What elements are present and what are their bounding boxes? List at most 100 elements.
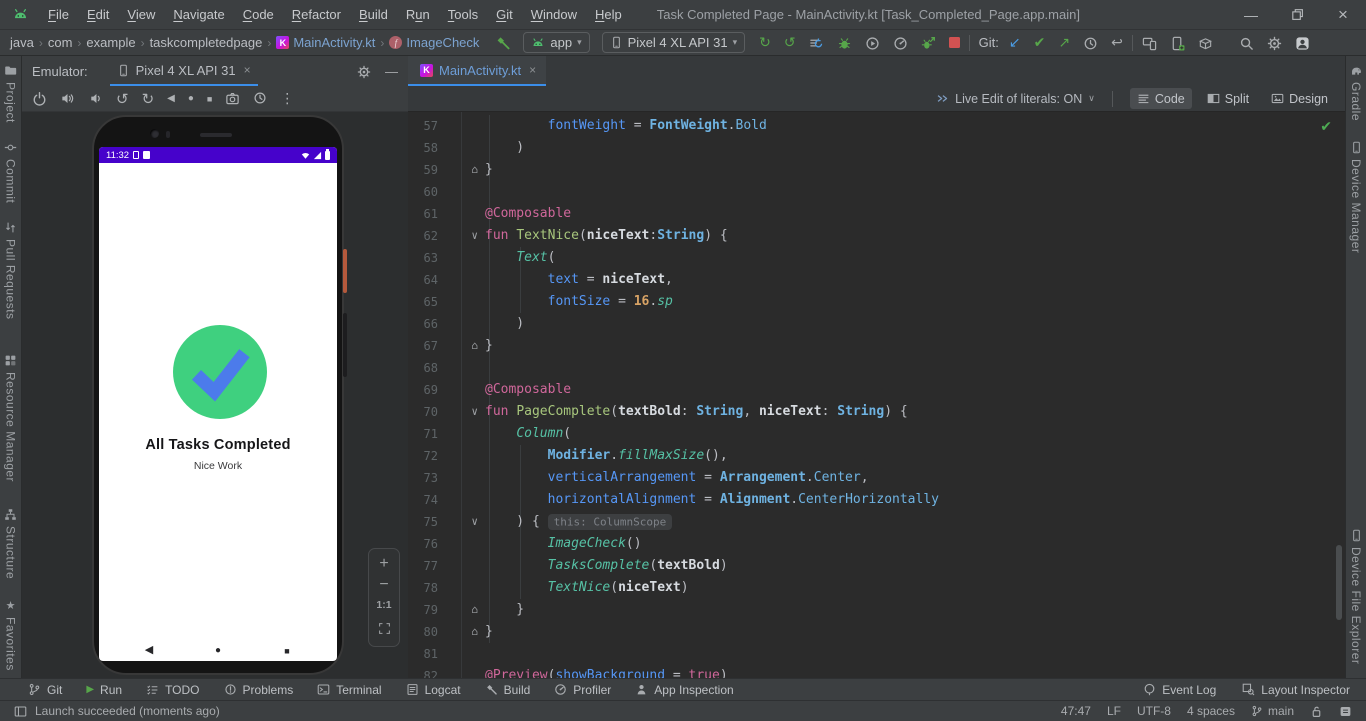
toolwindow-profiler[interactable]: Profiler [554,683,611,697]
sdk-manager-icon[interactable] [1198,34,1213,50]
run-configuration-select[interactable]: app ▾ [523,32,590,53]
profiler-icon[interactable] [893,34,908,50]
toolwindow-layout-inspector[interactable]: Layout Inspector [1242,683,1350,697]
debug-icon[interactable] [837,34,852,50]
fold-marker[interactable]: ∨ [438,401,485,423]
sidebar-item-favorites[interactable]: ★ Favorites [4,599,18,671]
tab-code[interactable]: Code [1129,88,1192,109]
tab-split[interactable]: Split [1200,88,1256,109]
fold-marker[interactable]: ⌂ [438,159,485,181]
screenshot-camera-icon[interactable] [225,90,240,108]
menu-navigate[interactable]: Navigate [164,7,233,22]
toolwindow-build[interactable]: Build [485,683,530,697]
fold-marker[interactable]: ∨ [438,511,485,533]
volume-up-icon[interactable] [60,90,75,108]
toolwindow-run[interactable]: ▶ Run [86,683,122,697]
toolwindow-terminal[interactable]: Terminal [317,683,382,697]
phone-screen[interactable]: 11:32 All Tasks Completed Nice Work ◀ ● … [99,147,337,661]
inspection-ok-check-icon[interactable]: ✔ [1320,118,1332,135]
rollback-icon[interactable]: ↩ [1111,34,1123,51]
unlocked-icon[interactable] [1310,705,1323,718]
menu-tools[interactable]: Tools [439,7,487,22]
apply-changes-restart-icon[interactable]: ↻ [759,34,771,51]
hide-panel-icon[interactable]: — [385,64,398,79]
menu-file[interactable]: File [39,7,78,22]
code-area[interactable]: 57 fontWeight = FontWeight.Bold 58 ) 59 ⌂} 6… [408,112,1345,678]
toolwindow-git[interactable]: Git [28,683,62,697]
profile-avatar[interactable] [1295,34,1310,50]
fit-to-window-icon[interactable] [378,620,391,638]
run-with-coverage-icon[interactable] [865,34,880,50]
sidebar-item-gradle[interactable]: Gradle [1349,64,1363,121]
breadcrumb-taskcompletedpage[interactable]: taskcompletedpage [150,35,263,50]
volume-down-icon[interactable] [88,90,103,108]
device-select[interactable]: Pixel 4 XL API 31 ▾ [601,32,746,53]
tool-windows-icon[interactable] [14,705,27,718]
home-icon[interactable]: ● [188,93,194,104]
menu-window[interactable]: Window [522,7,586,22]
back-icon[interactable]: ◀ [167,93,175,104]
git-push-icon[interactable]: ↗ [1058,34,1070,51]
toolwindow-event-log[interactable]: Event Log [1143,683,1216,697]
fold-marker[interactable]: ⌂ [438,599,485,621]
build-hammer-icon[interactable] [495,34,511,51]
sidebar-item-device-file-explorer[interactable]: Device File Explorer [1349,529,1363,664]
overview-icon[interactable]: ■ [207,94,212,104]
settings-gear-icon[interactable] [1267,34,1282,50]
snapshots-icon[interactable] [253,90,267,108]
zoom-in-icon[interactable]: + [379,556,388,572]
menu-edit[interactable]: Edit [78,7,118,22]
breadcrumb-java[interactable]: java [10,35,34,50]
tab-design[interactable]: Design [1264,88,1335,109]
emulator-settings-gear-icon[interactable] [357,63,371,79]
breadcrumb-com[interactable]: com [48,35,73,50]
sidebar-item-pull-requests[interactable]: Pull Requests [4,221,18,320]
minimize-icon[interactable]: — [1228,0,1274,30]
fold-marker[interactable]: ⌂ [438,621,485,643]
sidebar-item-commit[interactable]: Commit [4,141,18,203]
nav-overview-icon[interactable]: ■ [284,646,289,656]
toolwindow-todo[interactable]: TODO [146,683,200,697]
update-project-icon[interactable]: ↙ [1009,34,1021,51]
sidebar-item-device-manager[interactable]: Device Manager [1349,141,1363,253]
sidebar-item-structure[interactable]: Structure [4,508,18,579]
live-edit-status[interactable]: Live Edit of literals: ON ∨ [936,92,1095,106]
search-everywhere-icon[interactable] [1239,34,1254,50]
menu-run[interactable]: Run [397,7,439,22]
more-options-icon[interactable]: ⋮ [280,90,294,107]
fold-marker[interactable]: ⌂ [438,335,485,357]
menu-code[interactable]: Code [234,7,283,22]
rotate-left-icon[interactable]: ↺ [116,90,129,108]
stop-icon[interactable] [948,37,960,48]
caret-position[interactable]: 47:47 [1061,704,1091,718]
device-manager-icon[interactable] [1170,34,1185,50]
tab-mainactivity[interactable]: K MainActivity.kt × [408,56,547,86]
nav-home-icon[interactable]: ● [215,645,221,656]
line-ending-indicator[interactable]: LF [1107,704,1121,718]
toolwindow-logcat[interactable]: Logcat [406,683,461,697]
indent-indicator[interactable]: 4 spaces [1187,704,1235,718]
menu-refactor[interactable]: Refactor [283,7,350,22]
apply-code-changes-icon[interactable]: ↺ [784,34,796,51]
encoding-indicator[interactable]: UTF-8 [1137,704,1171,718]
toolwindow-problems[interactable]: Problems [224,683,293,697]
fold-marker[interactable]: ∨ [438,225,485,247]
breadcrumb-example[interactable]: example [86,35,135,50]
menu-help[interactable]: Help [586,7,631,22]
menu-view[interactable]: View [118,7,164,22]
attach-debugger-icon[interactable] [921,34,936,50]
git-branch-widget[interactable]: main [1251,704,1294,718]
toolwindow-app-inspection[interactable]: App Inspection [635,683,734,697]
git-commit-icon[interactable]: ✔ [1034,34,1046,51]
editor-scrollbar[interactable] [1336,545,1342,620]
sidebar-item-resource-manager[interactable]: Resource Manager [4,354,18,482]
rotate-right-icon[interactable]: ↻ [142,90,155,108]
menu-build[interactable]: Build [350,7,397,22]
zoom-out-icon[interactable]: − [379,577,388,593]
breadcrumb-symbol[interactable]: f ImageCheck [389,35,479,50]
menu-git[interactable]: Git [487,7,522,22]
close-icon[interactable]: × [529,63,536,77]
nav-back-icon[interactable]: ◀ [145,643,153,656]
power-icon[interactable] [32,90,47,108]
zoom-100-button[interactable]: 1:1 [376,599,391,611]
